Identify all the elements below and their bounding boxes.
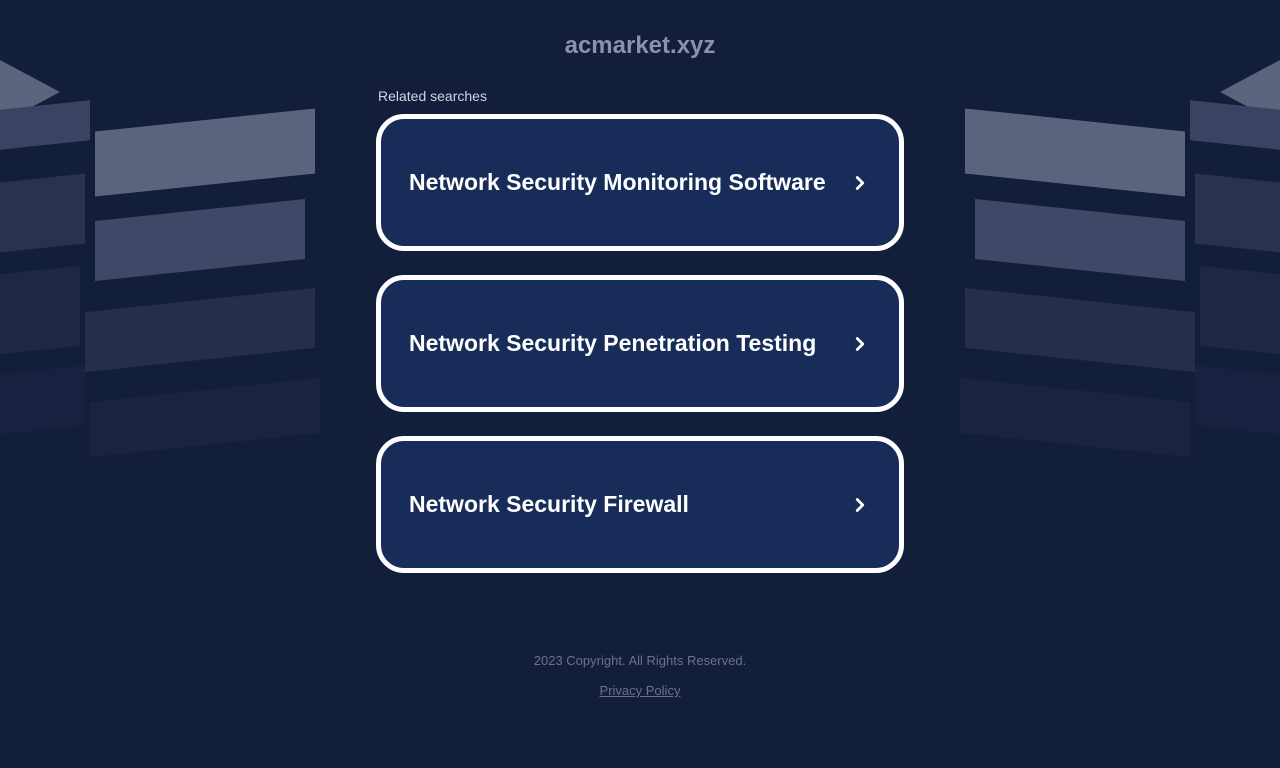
copyright-text: 2023 Copyright. All Rights Reserved. (0, 653, 1280, 668)
search-item-label: Network Security Monitoring Software (409, 169, 826, 196)
search-item-network-security-penetration[interactable]: Network Security Penetration Testing (376, 275, 904, 412)
search-item-label: Network Security Firewall (409, 491, 689, 518)
domain-title: acmarket.xyz (565, 32, 716, 60)
chevron-right-icon (849, 172, 871, 194)
related-searches-label: Related searches (376, 88, 904, 104)
search-item-network-security-firewall[interactable]: Network Security Firewall (376, 436, 904, 573)
related-searches-section: Related searches Network Security Monito… (376, 88, 904, 597)
search-item-label: Network Security Penetration Testing (409, 330, 816, 357)
chevron-right-icon (849, 333, 871, 355)
chevron-right-icon (849, 494, 871, 516)
footer: 2023 Copyright. All Rights Reserved. Pri… (0, 653, 1280, 700)
search-item-network-security-monitoring[interactable]: Network Security Monitoring Software (376, 114, 904, 251)
privacy-policy-link[interactable]: Privacy Policy (600, 683, 681, 698)
